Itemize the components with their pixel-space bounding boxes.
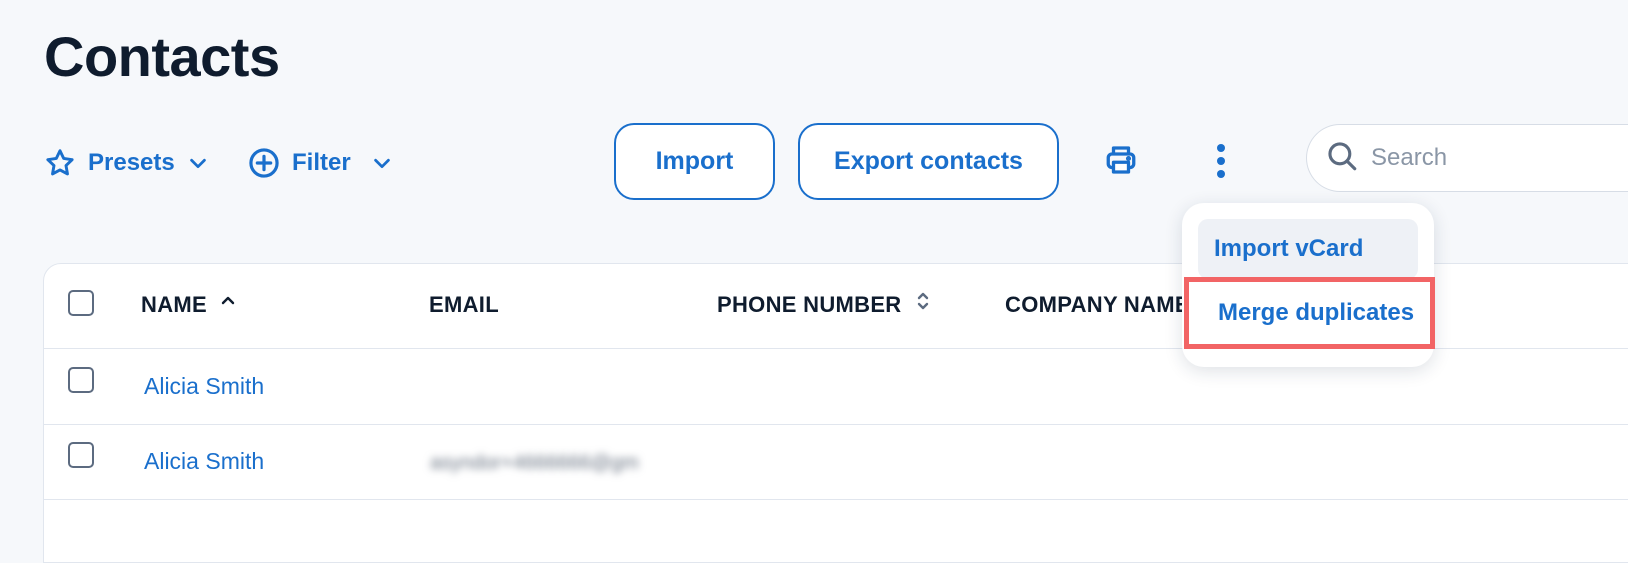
column-header-label: PHONE NUMBER — [717, 292, 902, 317]
export-contacts-button[interactable]: Export contacts — [798, 123, 1059, 200]
contact-email: asyndor+4666666@gm — [430, 452, 639, 474]
column-header-company[interactable]: COMPANY NAME — [1005, 290, 1190, 320]
presets-dropdown[interactable]: Presets — [44, 147, 209, 179]
table-row: Alicia Smith asyndor+4666666@gm — [44, 424, 1628, 500]
print-button[interactable] — [1101, 142, 1141, 182]
search-input[interactable] — [1369, 143, 1593, 173]
column-header-name[interactable]: NAME — [141, 290, 235, 320]
column-header-email[interactable]: EMAIL — [429, 290, 499, 320]
page-title: Contacts — [44, 25, 280, 88]
plus-circle-icon — [248, 147, 280, 179]
filter-dropdown[interactable]: Filter — [248, 147, 393, 179]
printer-icon — [1103, 142, 1139, 183]
menu-item-merge-duplicates[interactable]: Merge duplicates — [1184, 277, 1435, 349]
search-icon — [1325, 139, 1359, 178]
column-header-phone[interactable]: PHONE NUMBER — [717, 290, 930, 320]
column-header-label: EMAIL — [429, 292, 499, 317]
star-icon — [44, 147, 76, 179]
column-header-label: NAME — [141, 292, 207, 317]
contact-name-link[interactable]: Alicia Smith — [144, 446, 264, 476]
search-box[interactable] — [1306, 124, 1628, 192]
row-checkbox[interactable] — [68, 442, 94, 468]
chevron-down-icon — [187, 152, 209, 174]
kebab-menu-icon — [1215, 141, 1227, 184]
chevron-down-icon — [371, 152, 393, 174]
select-all-checkbox[interactable] — [68, 290, 94, 316]
presets-label: Presets — [88, 149, 175, 176]
column-header-label: COMPANY NAME — [1005, 292, 1190, 317]
menu-item-import-vcard[interactable]: Import vCard — [1198, 219, 1418, 279]
more-actions-menu: Import vCard Merge duplicates — [1182, 203, 1435, 367]
sort-toggle-icon — [916, 290, 930, 320]
more-actions-button[interactable] — [1203, 140, 1239, 184]
filter-label: Filter — [292, 149, 351, 176]
sort-ascending-icon — [221, 283, 235, 313]
import-button[interactable]: Import — [614, 123, 775, 200]
contact-name-link[interactable]: Alicia Smith — [144, 371, 264, 401]
row-checkbox[interactable] — [68, 367, 94, 393]
